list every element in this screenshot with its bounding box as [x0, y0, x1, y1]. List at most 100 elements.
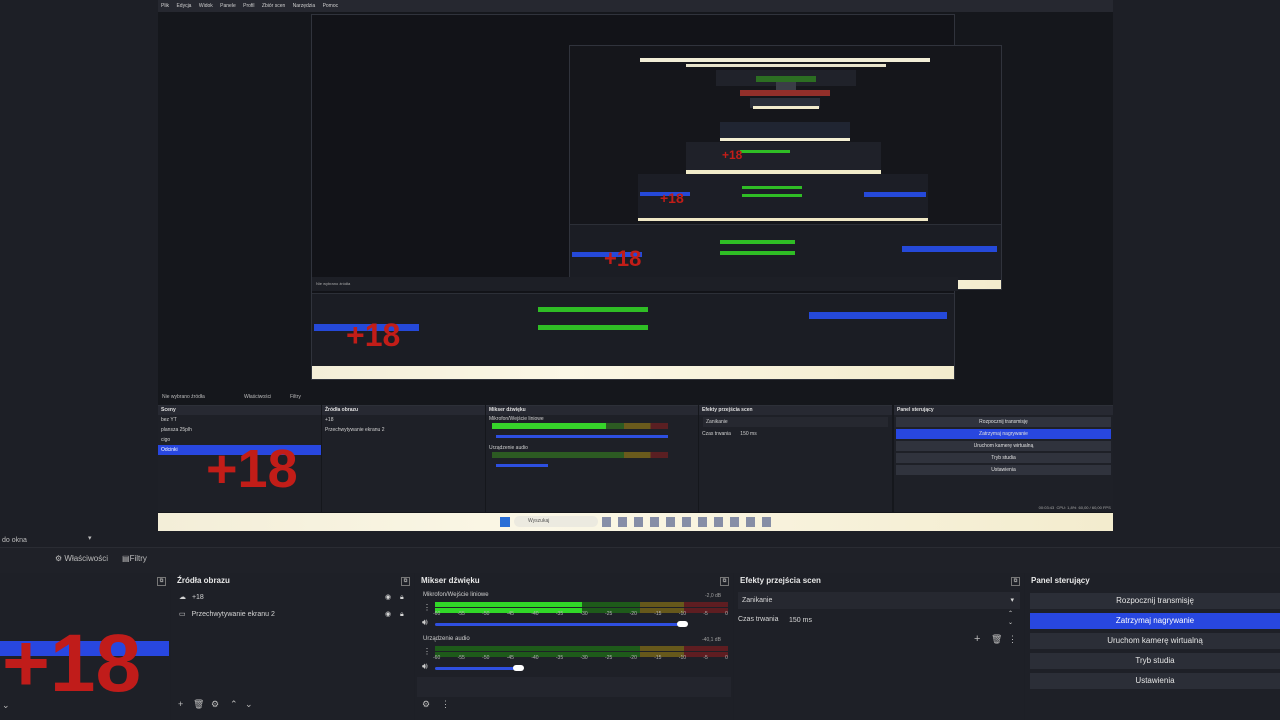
- preview-menu-help: Pomoc: [322, 3, 339, 9]
- transition-type-select[interactable]: Zanikanie ▾: [738, 592, 1020, 609]
- filters-label: Filtry: [129, 554, 147, 563]
- eye-icon[interactable]: ◉: [385, 608, 391, 622]
- start-streaming-button[interactable]: Rozpocznij transmisję: [1030, 593, 1280, 609]
- preview-taskbar-search: Wyszukaj: [514, 516, 598, 527]
- duration-label: Czas trwania: [738, 616, 779, 623]
- studio-mode-button[interactable]: Tryb studia: [1030, 653, 1280, 669]
- mixer-tick-label: -40: [531, 611, 539, 617]
- undock-icon[interactable]: ⧉: [720, 577, 729, 586]
- preview-mixer-title: Mikser dźwięku: [486, 406, 698, 415]
- preview-studio-mode: Tryb studia: [896, 453, 1111, 463]
- preview-fps: 60,00 / 60,00 FPS: [1078, 505, 1111, 510]
- duration-spinbox[interactable]: 150 ms ⌃ ⌄: [786, 610, 1016, 629]
- lock-icon[interactable]: 🔒︎: [400, 608, 404, 622]
- mixer-tick-label: -55: [457, 611, 465, 617]
- mixer-tick-label: -5: [703, 611, 708, 617]
- nested-overlay-3: +18: [722, 148, 743, 162]
- source-item-label: Przechwytywanie ekranu 2: [191, 611, 275, 618]
- kebab-menu-icon[interactable]: ⋮: [423, 603, 431, 612]
- chevron-down-icon[interactable]: ⌄: [2, 700, 10, 711]
- mixer-tick-label: -60: [433, 655, 441, 661]
- mixer-tick-label: -50: [482, 611, 490, 617]
- preview-mic-meter: [492, 423, 668, 429]
- add-source-icon[interactable]: +: [178, 699, 183, 709]
- mixer-tick-label: -45: [506, 611, 514, 617]
- mixer-tick-label: -10: [678, 611, 687, 617]
- undock-icon[interactable]: ⧉: [401, 577, 410, 586]
- transitions-panel-title: Efekty przejścia scen ⧉: [734, 573, 1024, 589]
- chevron-down-icon: ▾: [1010, 597, 1014, 604]
- preview-cpu: CPU: 1,8%: [1056, 505, 1077, 510]
- mixer-tick-label: -5: [703, 655, 708, 661]
- source-item[interactable]: ☁ +18 ◉ 🔒︎: [179, 591, 409, 605]
- scene-transitions-panel: Efekty przejścia scen ⧉ Zanikanie ▾ Czas …: [734, 573, 1024, 720]
- overlay-plus18: +18: [2, 618, 142, 709]
- chevron-up-icon[interactable]: ⌃: [230, 699, 238, 710]
- mixer-settings-icon[interactable]: ⚙: [422, 699, 430, 710]
- lock-icon[interactable]: 🔒︎: [400, 591, 404, 605]
- mixer-level-meter: [435, 646, 728, 651]
- add-transition-icon[interactable]: +: [974, 633, 980, 645]
- volume-slider-handle[interactable]: [677, 621, 688, 627]
- mixer-scale: -60 -55 -50 -45 -40 -35 -30 -25 -20 -15 -10 -5 0: [433, 611, 728, 617]
- stop-recording-button[interactable]: Zatrzymaj nagrywanie: [1030, 613, 1280, 629]
- gear-icon: ⚙: [55, 554, 63, 563]
- preview-menu-scene-collection: Zbiór scen: [261, 3, 286, 9]
- start-virtual-camera-button[interactable]: Uruchom kamerę wirtualną: [1030, 633, 1280, 649]
- properties-button[interactable]: ⚙ Właściwości: [55, 554, 108, 563]
- eye-icon[interactable]: ◉: [385, 591, 391, 605]
- gear-icon[interactable]: ⚙: [211, 699, 219, 710]
- nested-preview-2: +18 +18 +18 Nie wybrano źródła +18: [311, 14, 1002, 380]
- filters-button[interactable]: ▤Filtry: [122, 554, 147, 563]
- speaker-icon[interactable]: 🔊︎: [422, 661, 428, 672]
- preview-menu-edit: Edycja: [176, 3, 192, 9]
- mixer-tick-label: -35: [555, 611, 564, 617]
- mixer-tick-label: 0: [725, 655, 728, 661]
- volume-slider[interactable]: [435, 667, 521, 670]
- nested-overlay-3b: +18: [604, 246, 642, 271]
- nested-preview-3: +18 +18 +18: [569, 45, 1002, 290]
- mixer-scale: -60 -55 -50 -45 -40 -35 -30 -25 -20 -15 -10 -5 0: [433, 655, 728, 661]
- mixer-track-db: -2,0 dB: [705, 593, 722, 599]
- preview-taskbar: Wyszukaj: [158, 513, 1113, 531]
- properties-label: Właściwości: [64, 554, 108, 563]
- scene-strip: do okna ▾: [0, 531, 1280, 547]
- spin-arrows-icon[interactable]: ⌃ ⌄: [1008, 610, 1013, 628]
- undock-icon[interactable]: ⧉: [157, 577, 166, 586]
- chevron-down-icon[interactable]: ▾: [88, 534, 92, 542]
- sources-panel: Źródła obrazu ⧉ ☁ +18 ◉ 🔒︎ ▭ Przechwytywa…: [171, 573, 414, 720]
- mixer-panel-title: Mikser dźwięku ⧉: [415, 573, 733, 589]
- kebab-menu-icon[interactable]: ⋮: [441, 699, 450, 710]
- mixer-track-label: Urządzenie audio: [423, 636, 470, 642]
- preview-overlay: +18: [206, 439, 298, 499]
- nested-overlay-2b: +18: [660, 190, 684, 206]
- preview-scenes-title: Sceny: [158, 406, 321, 415]
- duration-value: 150 ms: [789, 617, 812, 624]
- scene-dropdown-value[interactable]: do okna: [2, 537, 27, 544]
- audio-mixer-panel: Mikser dźwięku ⧉ Mikrofon/Wejście liniowe…: [415, 573, 733, 720]
- kebab-menu-icon[interactable]: ⋮: [423, 647, 431, 656]
- mixer-tick-label: -15: [654, 611, 662, 617]
- scenes-panel: ⧉ +18 ⌄: [0, 573, 170, 720]
- source-item[interactable]: ▭ Przechwytywanie ekranu 2 ◉ 🔒︎: [179, 608, 409, 622]
- volume-slider[interactable]: [435, 623, 681, 626]
- mixer-tick-label: -30: [580, 611, 588, 617]
- preview-controls-dock: Panel sterujący Rozpocznij transmisję Za…: [894, 405, 1113, 512]
- speaker-icon[interactable]: 🔊︎: [422, 617, 428, 628]
- trash-icon[interactable]: 🗑︎: [991, 634, 1002, 645]
- mixer-tick-label: -25: [605, 655, 613, 661]
- settings-button[interactable]: Ustawienia: [1030, 673, 1280, 689]
- chevron-down-icon[interactable]: ⌄: [245, 699, 253, 710]
- transition-type-value: Zanikanie: [742, 597, 773, 604]
- kebab-menu-icon[interactable]: ⋮: [1008, 634, 1017, 645]
- mixer-track-db: -40,1 dB: [702, 637, 721, 643]
- volume-slider-handle[interactable]: [513, 665, 524, 671]
- nested-source-status: Nie wybrano źródła: [316, 281, 351, 286]
- program-preview: Plik Edycja Widok Panele Profil Zbiór sc…: [158, 0, 1113, 531]
- preview-duration-value: 150 ms: [740, 431, 757, 437]
- undock-icon[interactable]: ⧉: [1011, 577, 1020, 586]
- scenes-panel-header: ⧉: [0, 573, 170, 589]
- mixer-tick-label: -25: [605, 611, 613, 617]
- trash-icon[interactable]: 🗑︎: [193, 699, 204, 710]
- mixer-tick-label: -40: [531, 655, 539, 661]
